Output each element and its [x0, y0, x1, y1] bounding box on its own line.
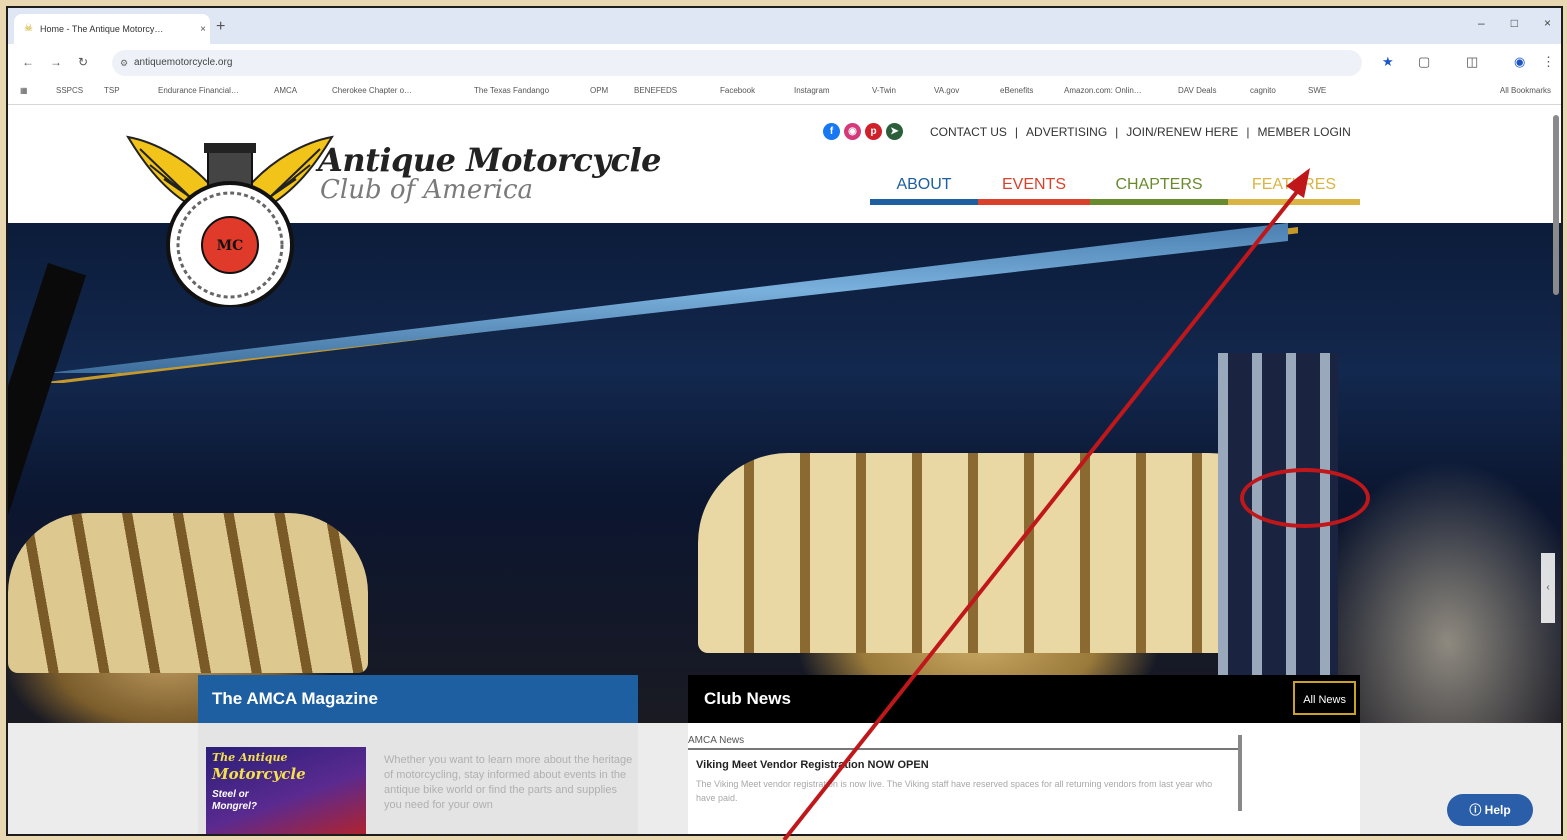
menu-icon[interactable]: ⋮ [1542, 54, 1555, 70]
separator: | [1246, 125, 1250, 139]
club-news-heading: Club News [688, 675, 1360, 723]
tab-close-icon[interactable]: × [196, 24, 210, 35]
back-icon[interactable]: ← [22, 55, 34, 69]
news-item-text: The Viking Meet vendor registration is n… [696, 779, 1213, 803]
cover-line1: The Antique [212, 751, 288, 764]
bookmark-item[interactable]: OPM [590, 86, 608, 95]
separator: | [1115, 125, 1119, 139]
nav-chapters-underline [1090, 199, 1228, 205]
instagram-icon[interactable]: ◉ [844, 123, 861, 140]
magazine-description: Whether you want to learn more about the… [384, 754, 633, 811]
all-news-button[interactable]: All News [1293, 681, 1356, 715]
magazine-panel: The AMCA Magazine The Antique Motorcycle… [198, 675, 638, 834]
address-bar[interactable]: ⚙ antiquemotorcycle.org [112, 50, 1362, 76]
magazine-heading[interactable]: The AMCA Magazine [198, 675, 638, 723]
cylinder-fins-center [698, 453, 1298, 653]
web-page: ‹ Antique Motorcycle Club of America f ◉… [8, 105, 1561, 834]
contact-us-link[interactable]: CONTACT US [930, 125, 1007, 139]
reload-icon[interactable]: ↻ [78, 55, 88, 69]
nav-about-underline [870, 199, 978, 205]
extensions-icon[interactable]: ▢ [1418, 54, 1430, 70]
nav-chapters[interactable]: CHAPTERS [1090, 171, 1228, 199]
help-button[interactable]: ⓘ Help [1447, 794, 1533, 826]
cylinder-fins-left [8, 513, 368, 673]
bookmark-item[interactable]: cagnito [1250, 86, 1276, 95]
site-favicon-icon: ☠ [24, 23, 33, 34]
minimize-button[interactable]: – [1478, 16, 1485, 30]
side-panel-icon[interactable]: ◫ [1466, 54, 1478, 70]
all-bookmarks-button[interactable]: All Bookmarks [1500, 86, 1551, 95]
logo-title[interactable]: Antique Motorcycle [318, 141, 662, 179]
bookmark-item[interactable]: BENEFEDS [634, 86, 677, 95]
news-category: AMCA News [688, 735, 1240, 750]
bookmark-item[interactable]: Endurance Financial… [158, 86, 239, 95]
news-scrollbar[interactable] [1238, 735, 1242, 811]
cover-line2: Motorcycle [212, 765, 306, 783]
site-info-icon[interactable]: ⚙ [120, 50, 128, 76]
bookmark-item[interactable]: TSP [104, 86, 120, 95]
page-scroll-thumb[interactable] [1553, 115, 1559, 295]
browser-tab[interactable]: ☠ Home - The Antique Motorcy… × [14, 14, 210, 44]
bookmark-item[interactable]: VA.gov [934, 86, 959, 95]
cover-line3: Steel or Mongrel? [212, 789, 257, 812]
amca-logo-icon[interactable]: MC [120, 127, 340, 307]
hero-next-arrow-icon[interactable]: ‹ [1541, 553, 1555, 623]
fuel-lines [1218, 353, 1338, 723]
nav-features[interactable]: FEATURES [1228, 171, 1360, 199]
main-nav: ABOUT EVENTS CHAPTERS FEATURES [870, 171, 1360, 205]
nav-events[interactable]: EVENTS [978, 171, 1090, 199]
new-tab-button[interactable]: + [216, 18, 225, 36]
close-window-button[interactable]: × [1544, 16, 1551, 30]
page-scrollbar[interactable] [1551, 115, 1561, 315]
utility-links: CONTACT US | ADVERTISING | JOIN/RENEW HE… [930, 125, 1351, 139]
maximize-button[interactable]: □ [1511, 16, 1518, 30]
bookmark-item[interactable]: DAV Deals [1178, 86, 1217, 95]
browser-toolbar: ← → ↻ ⚙ antiquemotorcycle.org ★ ▢ ◫ ◉ ⋮ [8, 44, 1561, 82]
bookmark-item[interactable]: Facebook [720, 86, 755, 95]
help-icon: ⓘ [1469, 803, 1482, 817]
magazine-cover-image[interactable]: The Antique Motorcycle Steel or Mongrel? [206, 747, 366, 834]
content-section: The AMCA Magazine The Antique Motorcycle… [8, 675, 1561, 834]
help-label: Help [1484, 803, 1511, 817]
screenshot-frame: ☠ Home - The Antique Motorcy… × + – □ × … [6, 6, 1563, 836]
profile-icon[interactable]: ◉ [1514, 54, 1525, 70]
bookmark-star-icon[interactable]: ★ [1382, 54, 1394, 70]
svg-text:MC: MC [217, 238, 244, 254]
bookmark-item[interactable]: V-Twin [872, 86, 896, 95]
join-renew-link[interactable]: JOIN/RENEW HERE [1126, 125, 1238, 139]
facebook-icon[interactable]: f [823, 123, 840, 140]
url-text: antiquemotorcycle.org [134, 57, 233, 68]
nav-features-underline [1228, 199, 1360, 205]
forward-icon[interactable]: → [50, 55, 62, 69]
bookmark-item[interactable]: The Texas Fandango [474, 86, 549, 95]
bookmark-item[interactable]: Instagram [794, 86, 830, 95]
window-controls: – □ × [1478, 16, 1551, 30]
bookmark-item[interactable]: Amazon.com: Onlin… [1064, 86, 1142, 95]
logo-subtitle[interactable]: Club of America [320, 175, 533, 205]
social-links: f ◉ p ➤ [823, 123, 903, 140]
bookmark-item[interactable]: Cherokee Chapter o… [332, 86, 412, 95]
separator: | [1014, 125, 1019, 139]
member-login-link[interactable]: MEMBER LOGIN [1257, 125, 1350, 139]
nav-events-underline [978, 199, 1090, 205]
annotation-circle [1240, 468, 1370, 528]
other-social-icon[interactable]: ➤ [886, 123, 903, 140]
nav-about[interactable]: ABOUT [870, 171, 978, 199]
club-news-panel: Club News All News AMCA News Viking Meet… [688, 675, 1360, 834]
pinterest-icon[interactable]: p [865, 123, 882, 140]
bookmark-item[interactable]: SSPCS [56, 86, 83, 95]
apps-icon[interactable]: ▦ [20, 86, 28, 95]
advertising-link[interactable]: ADVERTISING [1026, 125, 1107, 139]
tab-title: Home - The Antique Motorcy… [40, 24, 164, 34]
news-item-title[interactable]: Viking Meet Vendor Registration NOW OPEN [696, 759, 929, 771]
bookmark-item[interactable]: AMCA [274, 86, 297, 95]
bookmark-item[interactable]: eBenefits [1000, 86, 1033, 95]
bookmarks-bar: ▦ SSPCS TSP Endurance Financial… AMCA Ch… [8, 82, 1561, 105]
bookmark-item[interactable]: SWE [1308, 86, 1326, 95]
browser-tab-strip: ☠ Home - The Antique Motorcy… × + – □ × [8, 8, 1561, 44]
